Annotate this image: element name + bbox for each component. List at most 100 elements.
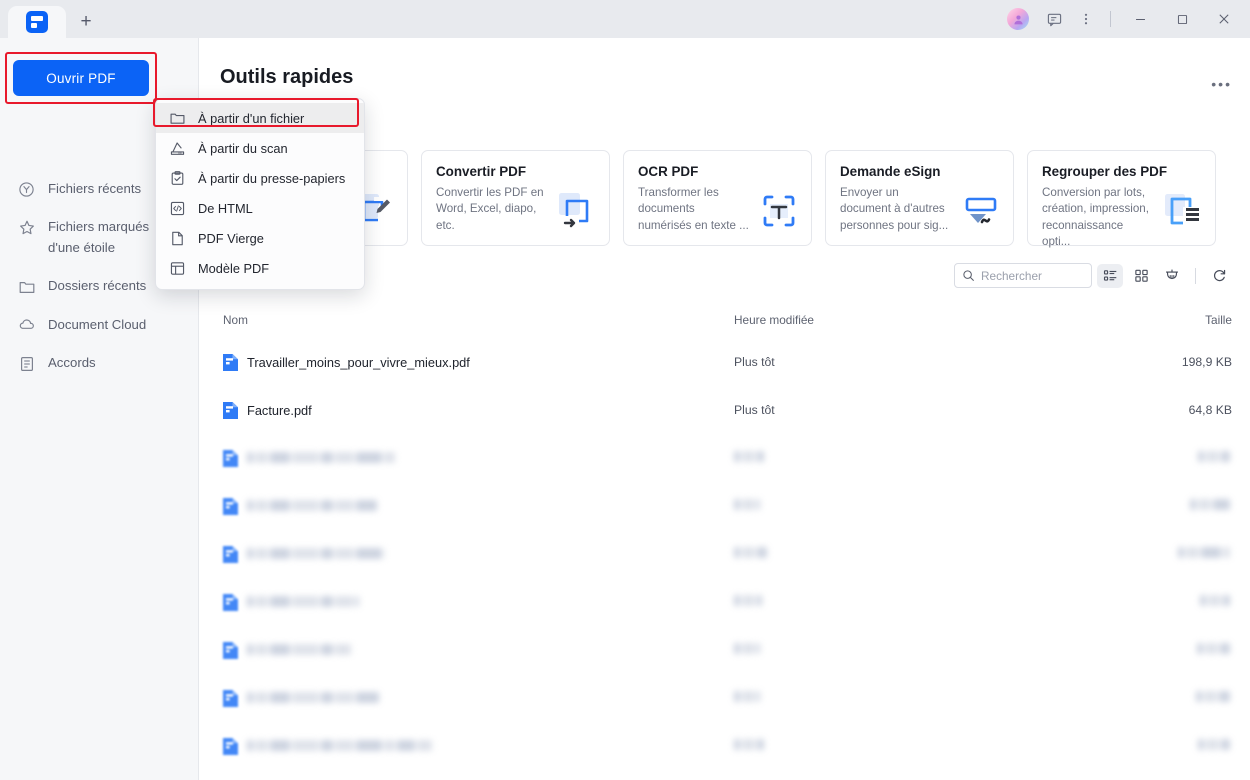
file-size: 198,9 KB — [1181, 355, 1232, 369]
file-modified — [734, 643, 762, 657]
file-name — [247, 547, 387, 562]
table-row[interactable] — [219, 722, 1232, 770]
menu-item-2[interactable]: À partir du presse-papiers — [156, 163, 364, 193]
menu-item-4[interactable]: PDF Vierge — [156, 223, 364, 253]
quick-tools-more-icon[interactable]: ••• — [1211, 76, 1232, 92]
menu-item-1[interactable]: À partir du scan — [156, 133, 364, 163]
maximize-button[interactable] — [1162, 4, 1202, 34]
sidebar-item-label: Document Cloud — [48, 316, 147, 332]
column-header-name[interactable]: Nom — [223, 313, 248, 327]
menu-item-5[interactable]: Modèle PDF — [156, 253, 364, 283]
pdf-file-icon — [223, 353, 238, 371]
file-name — [247, 595, 361, 610]
file-name — [247, 499, 379, 514]
list-toolbar — [954, 263, 1232, 288]
card-title: OCR PDF — [638, 164, 699, 179]
file-modified — [734, 691, 762, 705]
tool-card-esign-request[interactable]: Demande eSign Envoyer un document à d'au… — [825, 150, 1014, 246]
refresh-icon[interactable] — [1206, 264, 1232, 288]
card-desc: Envoyer un document à d'autres personnes… — [840, 186, 949, 232]
toolbar-divider — [1195, 267, 1196, 284]
file-name — [247, 739, 434, 754]
feedback-icon[interactable] — [1039, 4, 1069, 34]
star-icon — [17, 218, 36, 237]
sidebar-item-label: Dossiers récents — [48, 278, 147, 294]
menu-item-0[interactable]: À partir d'un fichier — [156, 103, 364, 133]
list-view-icon[interactable] — [1097, 263, 1123, 288]
file-list: Travailler_moins_pour_vivre_mieux.pdf Plu… — [219, 338, 1232, 780]
column-header-modified[interactable]: Heure modifiée — [734, 313, 814, 327]
file-name: Travailler_moins_pour_vivre_mieux.pdf — [247, 354, 470, 370]
search-input[interactable] — [981, 268, 1085, 283]
card-title: Demande eSign — [840, 164, 941, 179]
folder-icon — [17, 277, 36, 296]
pdf-file-icon — [223, 641, 238, 659]
file-size — [1178, 547, 1232, 561]
menu-item-label: Modèle PDF — [198, 260, 270, 276]
pdf-file-icon — [223, 593, 238, 611]
minimize-button[interactable] — [1120, 4, 1160, 34]
table-row[interactable] — [219, 578, 1232, 626]
titlebar-actions — [999, 0, 1250, 38]
table-row[interactable] — [219, 434, 1232, 482]
pdfelement-logo — [26, 11, 48, 33]
file-size — [1190, 499, 1232, 513]
more-vertical-icon[interactable] — [1071, 4, 1101, 34]
search-icon — [962, 269, 975, 282]
table-row[interactable] — [219, 530, 1232, 578]
file-modified: Plus tôt — [734, 403, 775, 417]
grid-view-icon[interactable] — [1128, 264, 1154, 288]
tool-card-batch-pdf[interactable]: Regrouper des PDF Conversion par lots, c… — [1027, 150, 1216, 248]
pdf-file-icon — [223, 401, 238, 419]
file-name — [247, 691, 381, 706]
menu-item-label: À partir d'un fichier — [198, 110, 305, 126]
card-title: Convertir PDF — [436, 164, 527, 179]
table-row[interactable] — [219, 482, 1232, 530]
card-desc: Convertir les PDF en Word, Excel, diapo,… — [436, 186, 544, 232]
file-modified — [734, 595, 764, 609]
quick-tools-cards: Convertir PDF Convertir les PDF en Word,… — [219, 150, 1216, 248]
menu-item-3[interactable]: De HTML — [156, 193, 364, 223]
new-tab-button[interactable]: + — [66, 6, 106, 38]
cloud-icon — [17, 316, 36, 335]
column-header-size[interactable]: Taille — [1205, 313, 1232, 327]
app-tab[interactable] — [8, 6, 66, 38]
file-size — [1196, 691, 1232, 705]
menu-item-label: De HTML — [198, 200, 253, 216]
tool-card-convert-pdf[interactable]: Convertir PDF Convertir les PDF en Word,… — [421, 150, 610, 246]
pdf-file-icon — [223, 737, 238, 755]
blank-page-icon — [168, 229, 186, 247]
pdf-file-icon — [223, 689, 238, 707]
ocr-pdf-icon — [758, 190, 800, 232]
tool-card-ocr-pdf[interactable]: OCR PDF Transformer les documents numéri… — [623, 150, 812, 246]
file-modified — [734, 451, 766, 465]
table-row[interactable] — [219, 674, 1232, 722]
open-pdf-wrap: Ouvrir PDF — [13, 60, 149, 96]
file-name — [247, 643, 353, 658]
file-name — [247, 451, 397, 466]
table-row[interactable]: Facture.pdf Plus tôt 64,8 KB — [219, 386, 1232, 434]
file-modified — [734, 739, 766, 753]
sidebar-item-label: Accords — [48, 355, 96, 371]
card-title: Regrouper des PDF — [1042, 164, 1168, 179]
sidebar-item-document-cloud[interactable]: Document Cloud — [0, 306, 199, 344]
close-button[interactable] — [1204, 4, 1244, 34]
clean-broom-icon[interactable] — [1159, 264, 1185, 288]
sidebar-item-agreements[interactable]: Accords — [0, 344, 199, 382]
pdf-file-icon — [223, 449, 238, 467]
clipboard-check-icon — [168, 169, 186, 187]
menu-item-label: À partir du presse-papiers — [198, 170, 346, 186]
esign-icon — [960, 190, 1002, 232]
table-row[interactable] — [219, 626, 1232, 674]
document-icon — [17, 354, 36, 373]
file-size: 64,8 KB — [1188, 403, 1232, 417]
template-icon — [168, 259, 186, 277]
open-pdf-button[interactable]: Ouvrir PDF — [13, 60, 149, 96]
search-box[interactable] — [954, 263, 1092, 288]
table-row[interactable]: Travailler_moins_pour_vivre_mieux.pdf Plu… — [219, 338, 1232, 386]
titlebar-divider — [1110, 11, 1111, 27]
user-avatar[interactable] — [1007, 8, 1029, 30]
file-size — [1197, 643, 1232, 657]
table-row[interactable] — [219, 770, 1232, 780]
menu-item-label: PDF Vierge — [198, 230, 264, 246]
